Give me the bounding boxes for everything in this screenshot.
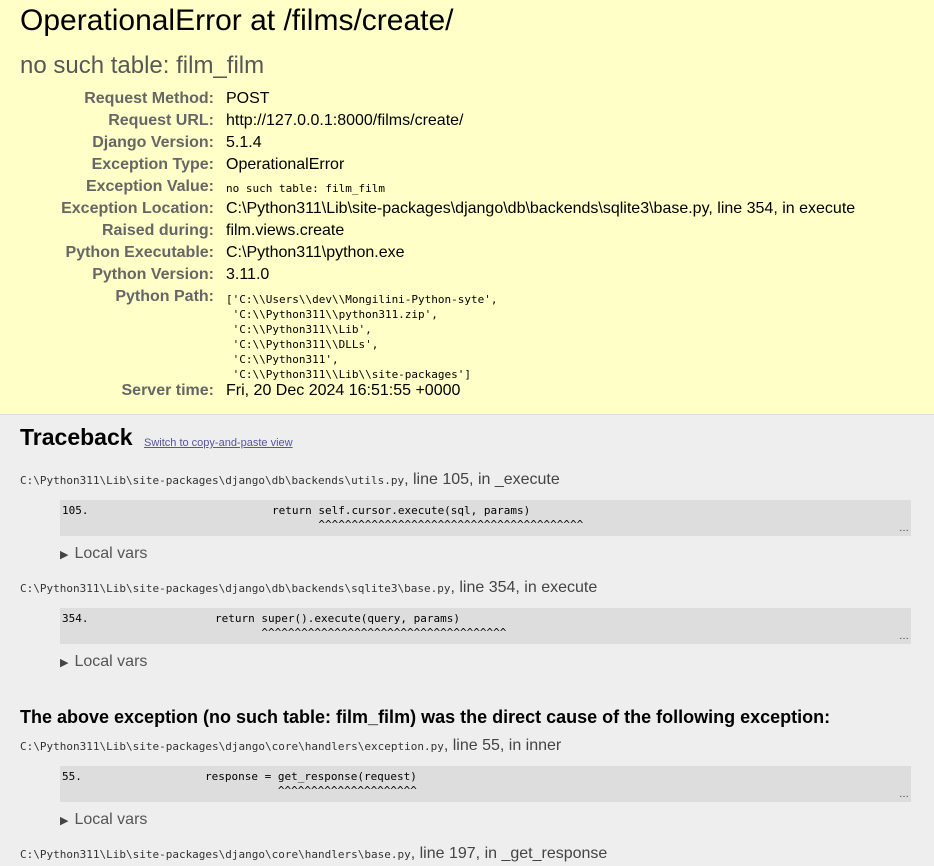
frame-filename: C:\Python311\Lib\site-packages\django\co… <box>20 848 411 861</box>
disclosure-triangle-icon: ▶ <box>60 815 69 827</box>
frame-line-info: , line 354, in execute <box>450 579 598 596</box>
code-line: response = get_response(request) ^^^^^^^… <box>205 770 417 797</box>
code-line-number: 105. <box>62 504 89 517</box>
meta-label: Raised during: <box>101 222 214 239</box>
meta-value: C:\Python311\python.exe <box>226 244 405 261</box>
meta-label: Exception Value: <box>85 178 214 195</box>
frame-filename: C:\Python311\Lib\site-packages\django\db… <box>20 474 405 487</box>
local-vars-toggle[interactable]: ▶ Local vars <box>60 545 147 563</box>
frame-line-info: , line 197, in _get_response <box>410 845 608 862</box>
code-line-number: 354. <box>62 612 89 625</box>
meta-row-exception-value: Exception Value: no such table: film_fil… <box>0 178 934 200</box>
meta-value: Fri, 20 Dec 2024 16:51:55 +0000 <box>226 382 461 399</box>
meta-row-python-executable: Python Executable: C:\Python311\python.e… <box>0 244 934 266</box>
meta-value: http://127.0.0.1:8000/films/create/ <box>226 112 464 129</box>
frame-location: C:\Python311\Lib\site-packages\django\db… <box>20 579 597 597</box>
error-summary: OperationalError at /films/create/ no su… <box>0 0 934 415</box>
switch-to-copy-paste-link[interactable]: Switch to copy-and-paste view <box>144 437 293 449</box>
local-vars-label: Local vars <box>74 545 148 562</box>
meta-label: Exception Type: <box>91 156 214 173</box>
disclosure-triangle-icon: ▶ <box>60 549 69 561</box>
meta-label: Python Path: <box>115 288 214 305</box>
meta-label: Django Version: <box>92 134 214 151</box>
code-context[interactable]: 55. response = get_response(request) ^^^… <box>60 766 911 802</box>
local-vars-label: Local vars <box>74 811 148 828</box>
code-context[interactable]: 354. return super().execute(query, param… <box>60 608 911 644</box>
frame-filename: C:\Python311\Lib\site-packages\django\db… <box>20 582 451 595</box>
expand-context-icon[interactable]: … <box>899 631 909 642</box>
code-line: return super().execute(query, params) ^^… <box>215 612 507 639</box>
meta-label: Request Method: <box>84 90 214 107</box>
meta-row-request-method: Request Method: POST <box>0 90 934 112</box>
frame-line-info: , line 105, in _execute <box>404 471 560 488</box>
code-context[interactable]: 105. return self.cursor.execute(sql, par… <box>60 500 911 536</box>
frame-location: C:\Python311\Lib\site-packages\django\co… <box>20 845 607 863</box>
meta-value: OperationalError <box>226 156 345 173</box>
python-path-value: ['C:\\Users\\dev\\Mongilini-Python-syte'… <box>226 293 498 381</box>
frame-location: C:\Python311\Lib\site-packages\django\co… <box>20 737 561 755</box>
page-title: OperationalError at /films/create/ <box>20 4 454 37</box>
meta-row-django-version: Django Version: 5.1.4 <box>0 134 934 156</box>
frame-filename: C:\Python311\Lib\site-packages\django\co… <box>20 740 444 753</box>
meta-value: film.views.create <box>226 222 345 239</box>
meta-row-server-time: Server time: Fri, 20 Dec 2024 16:51:55 +… <box>0 382 934 404</box>
meta-label: Server time: <box>121 382 215 399</box>
meta-row-raised-during: Raised during: film.views.create <box>0 222 934 244</box>
code-line-number: 55. <box>62 770 82 783</box>
traceback-heading: Traceback <box>20 424 133 450</box>
meta-row-request-url: Request URL: http://127.0.0.1:8000/films… <box>0 112 934 134</box>
meta-row-python-version: Python Version: 3.11.0 <box>0 266 934 288</box>
exception-subtitle: no such table: film_film <box>20 52 265 79</box>
local-vars-toggle[interactable]: ▶ Local vars <box>60 653 147 671</box>
meta-label: Python Executable: <box>65 244 214 261</box>
local-vars-label: Local vars <box>74 653 148 670</box>
expand-context-icon[interactable]: … <box>899 789 909 800</box>
meta-value: 3.11.0 <box>226 266 270 283</box>
meta-value: C:\Python311\Lib\site-packages\django\db… <box>226 200 856 217</box>
frame-location: C:\Python311\Lib\site-packages\django\db… <box>20 471 560 489</box>
frame-line-info: , line 55, in inner <box>443 737 562 754</box>
meta-label: Python Version: <box>92 266 214 283</box>
meta-value: no such table: film_film <box>226 182 385 195</box>
meta-value: 5.1.4 <box>226 134 262 151</box>
meta-row-exception-location: Exception Location: C:\Python311\Lib\sit… <box>0 200 934 222</box>
meta-value: POST <box>226 90 270 107</box>
exception-cause-heading: The above exception (no such table: film… <box>20 707 831 727</box>
code-line: return self.cursor.execute(sql, params) … <box>272 504 584 531</box>
meta-label: Request URL: <box>108 112 214 129</box>
local-vars-toggle[interactable]: ▶ Local vars <box>60 811 147 829</box>
disclosure-triangle-icon: ▶ <box>60 657 69 669</box>
expand-context-icon[interactable]: … <box>899 523 909 534</box>
meta-label: Exception Location: <box>61 200 214 217</box>
meta-row-exception-type: Exception Type: OperationalError <box>0 156 934 178</box>
